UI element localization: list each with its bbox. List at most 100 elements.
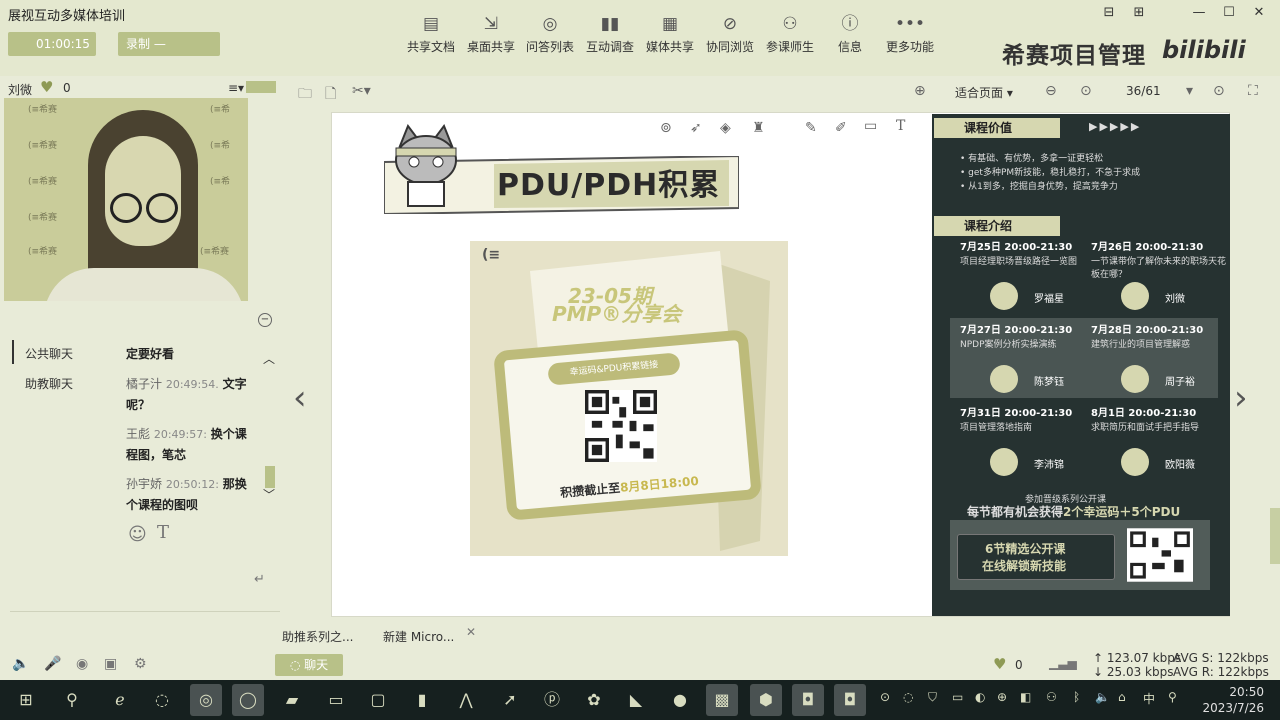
zoom-out-icon[interactable]: ⊖ — [1045, 83, 1057, 99]
collapse-icon[interactable]: − — [258, 313, 272, 327]
file-tab[interactable]: 助推系列之... — [282, 628, 353, 645]
course-desc: 求职简历和面试手把手指导 — [1091, 423, 1200, 433]
page-scrollbar[interactable] — [1270, 508, 1280, 564]
app-icon[interactable]: ◘ — [792, 684, 824, 716]
chat-scrollbar[interactable] — [265, 466, 275, 488]
tool-more[interactable]: ••• 更多功能 — [880, 14, 940, 55]
app-icon[interactable]: ▮ — [406, 684, 438, 716]
text-tool-icon[interactable]: T — [896, 118, 905, 134]
app-icon[interactable]: ✿ — [578, 684, 610, 716]
app-icon[interactable]: ▢ — [362, 684, 394, 716]
prev-page-icon[interactable]: ⊙ — [1080, 83, 1092, 99]
maximize-button[interactable]: ☐ — [1215, 0, 1243, 26]
search-icon[interactable]: ⚲ — [56, 684, 88, 716]
speaker-icon[interactable]: 🔈 — [12, 656, 29, 672]
scroll-up-icon[interactable]: ︿ — [263, 350, 275, 367]
close-button[interactable]: ✕ — [1245, 0, 1273, 26]
fullscreen-icon[interactable]: ⛶ — [1248, 83, 1258, 99]
clock[interactable]: 20:50 2023/7/26 — [1200, 684, 1264, 716]
app-icon[interactable]: ◣ — [620, 684, 652, 716]
chat-button[interactable]: ◌ 聊天 — [275, 654, 343, 676]
desktop-share-icon: ⇲ — [483, 14, 499, 34]
value-bullet: • get多种PM新技能，稳扎稳打，不急于求成 — [960, 168, 1141, 178]
tray-icon[interactable]: ◧ — [1020, 690, 1031, 704]
tray-icon[interactable]: ◌ — [903, 690, 913, 704]
heart-icon[interactable]: ♥ — [40, 78, 53, 96]
camera-icon[interactable]: ◉ — [76, 656, 88, 672]
page-dropdown-icon[interactable]: ▾ — [1186, 83, 1193, 99]
zoom-in-icon[interactable]: ⊕ — [914, 83, 926, 99]
heart-icon[interactable]: ♥ — [993, 655, 1006, 673]
browse-icon: ⊘ — [722, 14, 738, 34]
tool-share-doc[interactable]: ▤ 共享文档 — [401, 14, 461, 55]
eraser-icon[interactable]: ◈ — [720, 120, 731, 136]
ime-indicator[interactable]: 中 — [1143, 690, 1155, 707]
chat-app-icon[interactable]: ◌ — [146, 684, 178, 716]
app-icon[interactable]: ▩ — [706, 684, 738, 716]
promo-highlight: 2个幸运码＋5个PDU — [1063, 505, 1181, 519]
cursor-icon[interactable]: ➶ — [690, 120, 702, 136]
tray-icon[interactable]: ⊕ — [997, 690, 1007, 704]
emoji-icon[interactable]: ☺ — [128, 524, 147, 545]
app-icon[interactable]: ◯ — [232, 684, 264, 716]
record-button[interactable]: 录制 — — [118, 32, 220, 56]
list-menu-icon[interactable]: ≡▾ — [228, 81, 244, 95]
folder-icon[interactable]: 🗀 — [298, 83, 312, 107]
scroll-down-icon[interactable]: ﹀ — [263, 486, 275, 503]
tray-icon[interactable]: ⚇ — [1046, 690, 1057, 704]
cat-mascot — [395, 124, 457, 207]
enter-icon[interactable]: ↵ — [254, 572, 265, 587]
search-tray-icon[interactable]: ⚲ — [1168, 690, 1177, 704]
minimize-button[interactable]: — — [1185, 0, 1213, 26]
tray-icon[interactable]: ⊙ — [880, 690, 890, 704]
browser-icon[interactable]: ℯ — [104, 684, 136, 716]
microphone-icon[interactable]: 🎤 — [44, 656, 61, 672]
course-desc: 建筑行业的项目管理解惑 — [1091, 340, 1191, 350]
app-icon[interactable]: ⓟ — [536, 684, 568, 716]
next-slide-button[interactable]: › — [1234, 378, 1248, 418]
app-icon[interactable]: ● — [664, 684, 696, 716]
scissors-icon[interactable]: ✂▾ — [352, 83, 371, 99]
app-icon[interactable]: ◎ — [190, 684, 222, 716]
network-speed: ↑ 123.07 kbps ↓ 25.03 kbps — [1093, 651, 1182, 679]
app-icon[interactable]: ▭ — [320, 684, 352, 716]
tool-participants[interactable]: ⚇ 参课师生 — [760, 14, 820, 55]
pointer-icon[interactable]: ⊚ — [660, 120, 672, 136]
windows-start-icon[interactable]: ⊞ — [10, 684, 42, 716]
app-icon[interactable]: ▰ — [276, 684, 308, 716]
value-bullet: • 有基础、有优势，多拿一证更轻松 — [960, 154, 1104, 164]
tool-co-browse[interactable]: ⊘ 协同浏览 — [700, 14, 760, 55]
zoom-select[interactable]: 适合页面 ▾ — [955, 84, 1013, 101]
skin-icon[interactable]: ⊞ — [1125, 0, 1153, 26]
bluetooth-icon[interactable]: ᛒ — [1073, 690, 1080, 704]
text-format-icon[interactable]: T — [157, 522, 169, 543]
hd-icon[interactable]: ▣ — [104, 656, 117, 672]
tab-public-chat[interactable]: 公共聊天 — [25, 345, 73, 362]
prev-slide-button[interactable]: ‹ — [293, 378, 307, 418]
restore-icon[interactable]: ⊟ — [1095, 0, 1123, 26]
tray-icon[interactable]: ⌂ — [1118, 690, 1126, 704]
file-tab[interactable]: 新建 Micro... — [383, 628, 454, 645]
tool-survey[interactable]: ▮▮ 互动调查 — [580, 14, 640, 55]
tool-info[interactable]: ⓘ 信息 — [820, 14, 880, 55]
rectangle-icon[interactable]: ▭ — [864, 118, 877, 134]
close-icon[interactable]: ✕ — [466, 625, 476, 639]
tab-assistant-chat[interactable]: 助教聊天 — [25, 375, 73, 392]
tool-media-share[interactable]: ▦ 媒体共享 — [640, 14, 700, 55]
next-page-icon[interactable]: ⊙ — [1213, 83, 1225, 99]
app-icon[interactable]: ⬢ — [750, 684, 782, 716]
app-icon[interactable]: ◘ — [834, 684, 866, 716]
file-icon[interactable]: 🗋 — [325, 83, 336, 107]
app-icon[interactable]: ➚ — [494, 684, 526, 716]
settings-icon[interactable]: ⚙ — [134, 656, 147, 672]
tool-desktop-share[interactable]: ⇲ 桌面共享 — [461, 14, 521, 55]
tool-qa-list[interactable]: ◎ 问答列表 — [520, 14, 580, 55]
tray-icon[interactable]: ▭ — [952, 690, 963, 704]
volume-icon[interactable]: 🔈 — [1095, 690, 1110, 704]
shield-icon[interactable]: ⛉ — [928, 690, 937, 705]
tray-icon[interactable]: ◐ — [975, 690, 985, 704]
highlighter-icon[interactable]: ✐ — [835, 120, 847, 136]
pen-icon[interactable]: ✎ — [805, 120, 817, 136]
pdf-icon[interactable]: ⋀ — [450, 684, 482, 716]
clear-icon[interactable]: ♜ — [752, 120, 765, 136]
